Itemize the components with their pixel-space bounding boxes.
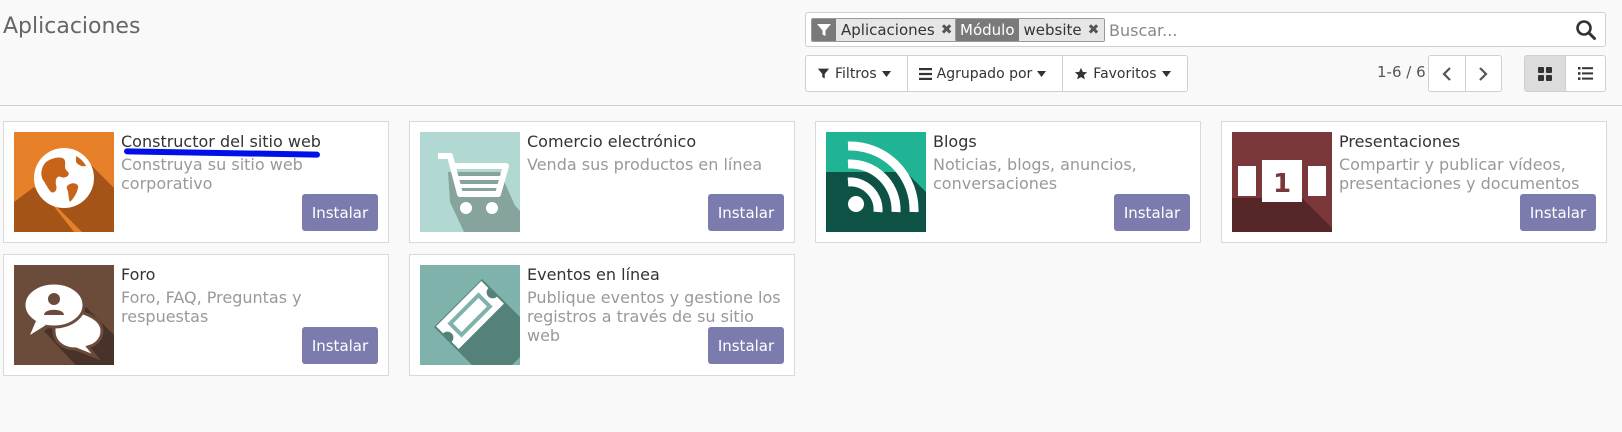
chevron-right-icon bbox=[1479, 66, 1488, 81]
search-input[interactable] bbox=[1109, 18, 1559, 42]
control-panel: Aplicaciones Aplicaciones ✖ Módulo websit… bbox=[0, 0, 1622, 106]
pager-next-button[interactable] bbox=[1466, 56, 1502, 91]
app-description: Compartir y publicar vídeos, presentacio… bbox=[1339, 155, 1580, 193]
cart-icon bbox=[420, 132, 520, 232]
install-button[interactable]: Instalar bbox=[1114, 194, 1190, 231]
pager-buttons bbox=[1428, 55, 1502, 92]
facet-value: Aplicaciones bbox=[841, 21, 935, 39]
app-title: Foro bbox=[121, 265, 156, 284]
app-title: Eventos en línea bbox=[527, 265, 660, 284]
star-icon bbox=[1075, 67, 1088, 79]
facet-filter: Aplicaciones ✖ bbox=[811, 18, 959, 42]
favorites-label: Favoritos bbox=[1093, 65, 1157, 82]
filters-button[interactable]: Filtros bbox=[806, 56, 908, 91]
search-icon[interactable] bbox=[1575, 19, 1597, 41]
groupby-button[interactable]: Agrupado por bbox=[908, 56, 1064, 91]
groupby-label: Agrupado por bbox=[936, 65, 1033, 82]
filter-icon bbox=[812, 19, 836, 41]
view-switcher bbox=[1524, 55, 1606, 92]
favorites-button[interactable]: Favoritos bbox=[1063, 56, 1186, 91]
install-button[interactable]: Instalar bbox=[302, 194, 378, 231]
filters-label: Filtros bbox=[835, 65, 877, 82]
chevron-left-icon bbox=[1442, 66, 1451, 81]
slides-icon: 1 bbox=[1232, 132, 1332, 232]
app-card-slides[interactable]: 1 Presentaciones Compartir y publicar ví… bbox=[1221, 121, 1607, 243]
app-description: Foro, FAQ, Preguntas y respuestas bbox=[121, 288, 302, 326]
caret-down-icon bbox=[881, 70, 891, 77]
install-button[interactable]: Instalar bbox=[708, 194, 784, 231]
app-card-forum[interactable]: Foro Foro, FAQ, Preguntas y respuestas I… bbox=[3, 254, 389, 376]
caret-down-icon bbox=[1161, 70, 1171, 77]
pager-value[interactable]: 1-6 / 6 bbox=[1377, 63, 1426, 81]
bars-icon bbox=[918, 67, 932, 80]
search-bar[interactable]: Aplicaciones ✖ Módulo website ✖ bbox=[805, 12, 1606, 47]
globe-icon bbox=[14, 132, 114, 232]
filter-icon bbox=[817, 68, 830, 79]
install-button[interactable]: Instalar bbox=[302, 327, 378, 364]
ticket-icon bbox=[420, 265, 520, 365]
svg-text:1: 1 bbox=[1273, 169, 1291, 199]
facet-value: website bbox=[1023, 21, 1082, 39]
grid-icon bbox=[1537, 66, 1552, 81]
rss-icon bbox=[826, 132, 926, 232]
page-title: Aplicaciones bbox=[3, 14, 141, 39]
list-view-button[interactable] bbox=[1566, 56, 1606, 91]
install-button[interactable]: Instalar bbox=[1520, 194, 1596, 231]
close-icon[interactable]: ✖ bbox=[941, 22, 953, 38]
app-description: Noticias, blogs, anuncios, conversacione… bbox=[933, 155, 1137, 193]
close-icon[interactable]: ✖ bbox=[1088, 22, 1100, 38]
kanban-view-button[interactable] bbox=[1525, 56, 1566, 91]
install-button[interactable]: Instalar bbox=[708, 327, 784, 364]
app-card-ecommerce[interactable]: Comercio electrónico Venda sus productos… bbox=[409, 121, 795, 243]
search-options: Filtros Agrupado por Favoritos bbox=[805, 55, 1188, 92]
app-description: Venda sus productos en línea bbox=[527, 155, 763, 174]
app-description: Construya su sitio web corporativo bbox=[121, 155, 303, 193]
facet-module: Módulo website ✖ bbox=[955, 18, 1106, 42]
list-icon bbox=[1577, 67, 1593, 80]
caret-down-icon bbox=[1037, 70, 1047, 77]
pager-previous-button[interactable] bbox=[1429, 56, 1466, 91]
app-card-events[interactable]: Eventos en línea Publique eventos y gest… bbox=[409, 254, 795, 376]
app-card-website[interactable]: Constructor del sitio web Construya su s… bbox=[3, 121, 389, 243]
app-title: Presentaciones bbox=[1339, 132, 1461, 151]
facet-label: Módulo bbox=[956, 19, 1019, 41]
app-title: Blogs bbox=[933, 132, 977, 151]
app-card-blogs[interactable]: Blogs Noticias, blogs, anuncios, convers… bbox=[815, 121, 1201, 243]
app-title: Comercio electrónico bbox=[527, 132, 697, 151]
chat-bubbles-icon bbox=[14, 265, 114, 365]
